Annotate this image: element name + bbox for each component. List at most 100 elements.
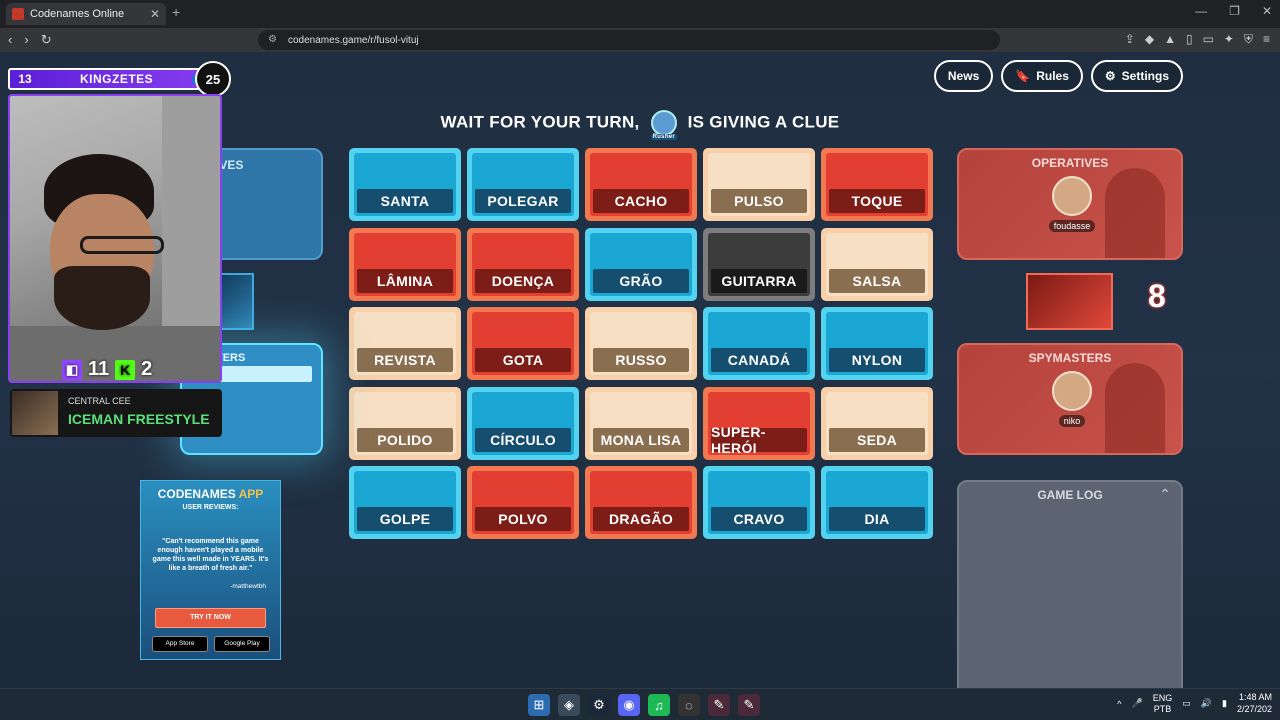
gear-icon: ⚙	[1104, 69, 1116, 83]
word-card[interactable]: NYLON	[821, 307, 933, 380]
network-icon[interactable]: ▭	[1182, 698, 1191, 709]
close-tab-icon[interactable]: ✕	[150, 7, 160, 21]
app-store-button[interactable]: App Store	[152, 636, 208, 652]
wallet-icon[interactable]: ▭	[1203, 32, 1214, 47]
red-spymasters-title: SPYMASTERS	[1028, 351, 1112, 365]
codenames-favicon-icon	[12, 8, 24, 20]
reload-icon[interactable]: ↻	[41, 32, 52, 48]
rewards-icon[interactable]: ▲	[1164, 32, 1176, 47]
red-spymaster-player[interactable]: niko	[1037, 371, 1107, 429]
url-field[interactable]: ⚙ codenames.game/r/fusol-vituj	[258, 30, 1000, 50]
tab-title: Codenames Online	[30, 8, 125, 20]
twitch-icon: ◧	[62, 359, 82, 380]
language-indicator[interactable]: ENG PTB	[1153, 693, 1173, 715]
ad-title-main: CODENAMES	[157, 487, 236, 501]
word-card[interactable]: DIA	[821, 466, 933, 539]
word-card[interactable]: RUSSO	[585, 307, 697, 380]
mic-icon[interactable]: 🎤	[1132, 698, 1143, 709]
news-button[interactable]: News	[933, 60, 994, 92]
player-name: foudasse	[1048, 220, 1096, 232]
word-card[interactable]: POLVO	[467, 466, 579, 539]
lang-bottom: PTB	[1153, 703, 1172, 714]
word-card[interactable]: SEDA	[821, 386, 933, 460]
now-playing-widget: CENTRAL CEE ICEMAN FREESTYLE	[10, 389, 222, 437]
try-it-now-button[interactable]: TRY IT NOW	[155, 608, 266, 628]
card-word: SALSA	[829, 268, 925, 293]
minimize-icon[interactable]: —	[1195, 4, 1207, 18]
card-word: MONA LISA	[593, 427, 689, 452]
ad-author: -matthewtbh	[230, 583, 266, 591]
card-word: DRAGÃO	[593, 507, 689, 531]
red-spymaster-art	[1105, 363, 1165, 453]
turn-suffix: IS GIVING A CLUE	[687, 112, 840, 132]
obs-icon[interactable]: ◌	[678, 694, 700, 716]
card-word: RUSSO	[593, 348, 689, 372]
clock[interactable]: 1:48 AM 2/27/202	[1237, 692, 1272, 715]
word-card[interactable]: POLIDO	[349, 386, 461, 460]
ad-quote: "Can't recommend this game enough haven'…	[152, 538, 269, 573]
word-card[interactable]: DOENÇA	[467, 227, 579, 301]
word-card[interactable]: GOTA	[467, 307, 579, 380]
red-spymasters-panel: SPYMASTERS niko	[957, 343, 1183, 455]
word-card[interactable]: REVISTA	[349, 307, 461, 380]
card-word: GOLPE	[357, 507, 453, 531]
word-card[interactable]: SUPER-HERÓI	[703, 386, 815, 460]
word-card[interactable]: LÂMINA	[349, 227, 461, 301]
card-word: CANADÁ	[711, 348, 807, 372]
clue-giver-badge: Rusher	[650, 134, 678, 140]
battery-icon[interactable]: ▮	[1222, 698, 1227, 709]
site-info-icon[interactable]: ⚙	[268, 34, 277, 45]
volume-icon[interactable]: 🔊	[1201, 698, 1212, 709]
word-card[interactable]: SALSA	[821, 227, 933, 301]
browser-tab[interactable]: Codenames Online ✕	[6, 3, 166, 25]
word-card[interactable]: SANTA	[349, 148, 461, 221]
chevron-up-icon[interactable]: ⌃	[1159, 486, 1171, 503]
forward-icon[interactable]: ›	[24, 32, 28, 48]
rules-button[interactable]: 🔖 Rules	[1001, 60, 1083, 92]
settings-button[interactable]: ⚙ Settings	[1090, 60, 1183, 92]
app-icon-2[interactable]: ✎	[708, 694, 730, 716]
share-icon[interactable]: ⇪	[1125, 32, 1135, 47]
word-card[interactable]: GOLPE	[349, 466, 461, 539]
word-card[interactable]: GRÃO	[585, 227, 697, 301]
game-log-panel: GAME LOG ⌃	[957, 480, 1183, 688]
red-operative-player[interactable]: foudasse	[1037, 176, 1107, 234]
word-card[interactable]: TOQUE	[821, 148, 933, 221]
spotify-icon[interactable]: ♫	[648, 694, 670, 716]
vpn-icon[interactable]: ⛨	[1244, 32, 1253, 47]
word-card[interactable]: CÍRCULO	[467, 386, 579, 460]
app-icon-3[interactable]: ✎	[738, 694, 760, 716]
player-avatar	[1052, 371, 1092, 411]
card-word: TOQUE	[829, 189, 925, 213]
google-play-button[interactable]: Google Play	[214, 636, 270, 652]
word-card[interactable]: CACHO	[585, 148, 697, 221]
close-window-icon[interactable]: ✕	[1262, 4, 1272, 18]
word-card[interactable]: MONA LISA	[585, 386, 697, 460]
word-card[interactable]: DRAGÃO	[585, 466, 697, 539]
word-card[interactable]: CANADÁ	[703, 307, 815, 380]
leo-icon[interactable]: ✦	[1224, 32, 1234, 47]
card-word: NYLON	[829, 348, 925, 372]
card-word: REVISTA	[357, 348, 453, 372]
windows-start-icon[interactable]: ⊞	[528, 694, 550, 716]
word-card[interactable]: PULSO	[703, 148, 815, 221]
word-card[interactable]: POLEGAR	[467, 148, 579, 221]
menu-icon[interactable]: ≡	[1263, 32, 1270, 47]
discord-icon[interactable]: ◉	[618, 694, 640, 716]
kick-icon: K	[115, 359, 136, 380]
maximize-icon[interactable]: ❐	[1229, 4, 1240, 18]
clock-date: 2/27/202	[1236, 703, 1272, 714]
sidebar-icon[interactable]: ▯	[1186, 32, 1193, 47]
brave-shield-icon[interactable]: ◆	[1145, 32, 1154, 47]
word-card[interactable]: CRAVO	[703, 466, 815, 539]
card-word: POLEGAR	[475, 189, 571, 213]
back-icon[interactable]: ‹	[8, 32, 12, 48]
word-card[interactable]: GUITARRA	[703, 227, 815, 301]
new-tab-icon[interactable]: +	[172, 4, 180, 20]
word-board: SANTA POLEGAR CACHO PULSO TOQUE LÂMINA DOENÇA G…	[349, 148, 933, 539]
game-area: News 🔖 Rules ⚙ Settings WAIT FOR YOUR TURN…	[0, 52, 1280, 688]
turn-prefix: WAIT FOR YOUR TURN,	[440, 112, 640, 132]
app-icon-1[interactable]: ◈	[558, 694, 580, 716]
steam-icon[interactable]: ⚙	[588, 694, 610, 716]
tray-expand-icon[interactable]: ^	[1117, 699, 1121, 709]
